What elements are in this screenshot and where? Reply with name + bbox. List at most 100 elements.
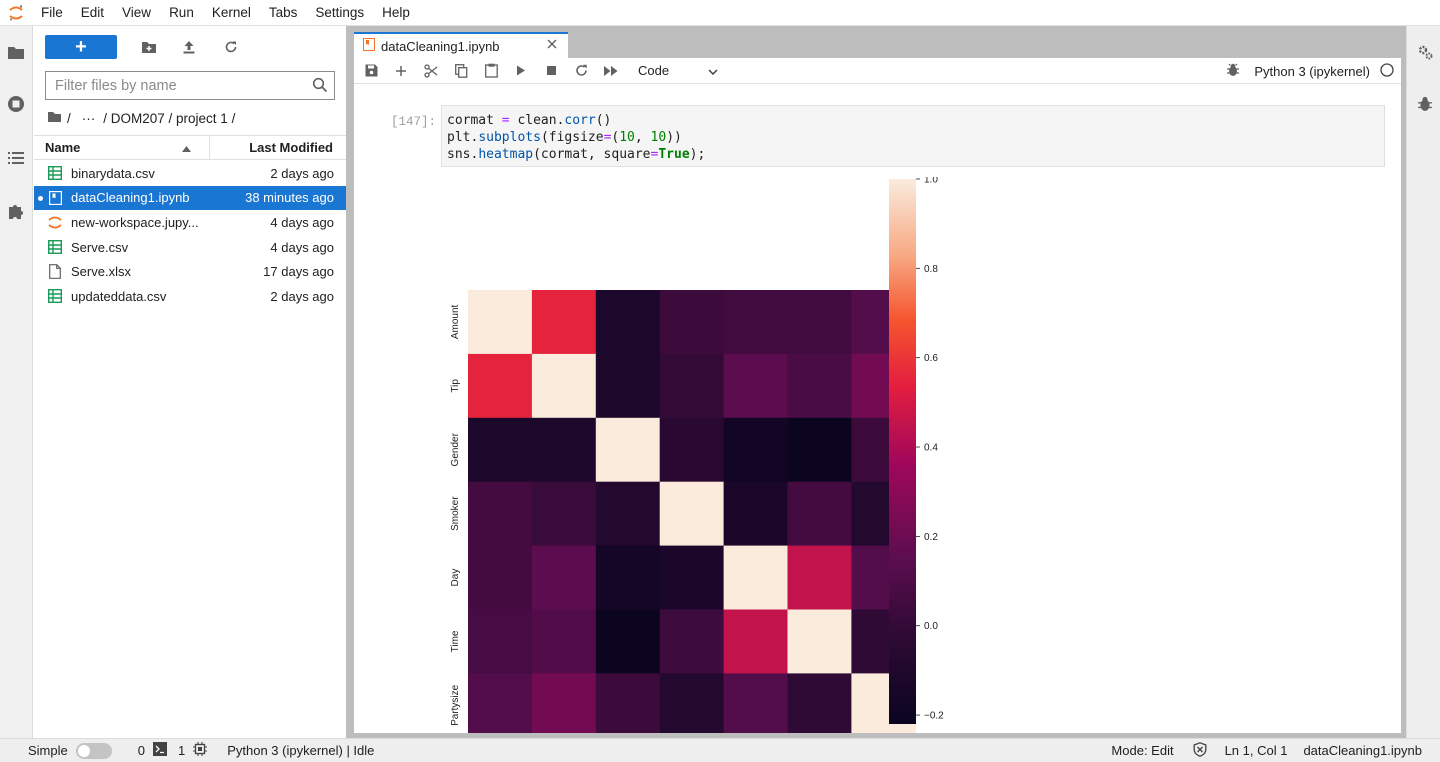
home-folder-icon[interactable]	[47, 111, 62, 126]
status-filename: dataCleaning1.ipynb	[1303, 743, 1422, 758]
menu-run[interactable]: Run	[160, 0, 203, 26]
breadcrumb-ellipsis[interactable]: ···	[82, 111, 96, 126]
heatmap-cell	[659, 545, 725, 610]
notebook-icon	[47, 190, 63, 206]
code-cell-editor[interactable]: cormat = clean.corr() plt.subplots(figsiz…	[441, 105, 1385, 167]
colorbar-tick-label: 0.4	[924, 443, 938, 454]
heatmap-cell	[595, 353, 661, 419]
debugger-icon[interactable]	[1226, 63, 1240, 80]
colorbar	[889, 179, 916, 724]
file-name: dataCleaning1.ipynb	[71, 190, 190, 206]
refresh-icon[interactable]	[221, 37, 241, 57]
notebook-panel: Code Python 3 (ipykernel) [147]: cormat …	[354, 58, 1401, 733]
notebook-content: [147]: cormat = clean.corr() plt.subplots…	[354, 85, 1401, 733]
menu-kernel[interactable]: Kernel	[203, 0, 260, 26]
heatmap-cell	[468, 481, 533, 547]
heatmap-cell	[659, 417, 725, 483]
table-of-contents-icon[interactable]	[6, 148, 26, 168]
file-row[interactable]: Serve.csv 4 days ago	[34, 235, 346, 260]
search-icon[interactable]	[312, 77, 328, 96]
cell-type-select[interactable]: Code	[638, 63, 718, 78]
menu-view[interactable]: View	[113, 0, 160, 26]
y-tick-label: Partysize	[450, 684, 461, 726]
menu-tabs[interactable]: Tabs	[260, 0, 307, 26]
breadcrumb-root-separator: /	[67, 110, 71, 126]
cursor-position[interactable]: Ln 1, Col 1	[1225, 743, 1288, 758]
chevron-down-icon	[708, 63, 718, 78]
heatmap-cell	[531, 417, 597, 483]
kernel-name[interactable]: Python 3 (ipykernel)	[1254, 64, 1370, 79]
file-row[interactable]: dataCleaning1.ipynb 38 minutes ago	[34, 185, 346, 211]
file-row[interactable]: new-workspace.jupy... 4 days ago	[34, 210, 346, 235]
kernels-count[interactable]: 1	[178, 743, 185, 758]
heatmap-cell	[659, 609, 725, 674]
simple-mode-toggle[interactable]	[75, 742, 112, 759]
heatmap-cell	[659, 353, 725, 419]
heatmap-output: Amount Tip Gender Smoker Day Time Partysize Am…	[450, 177, 944, 733]
file-row[interactable]: binarydata.csv 2 days ago	[34, 161, 346, 186]
file-modified: 4 days ago	[270, 239, 334, 255]
restart-run-all-icon[interactable]	[596, 59, 626, 83]
sort-ascending-icon	[182, 140, 191, 155]
file-row[interactable]: updateddata.csv 2 days ago	[34, 284, 346, 309]
y-tick-label: Time	[450, 630, 461, 652]
copy-icon[interactable]	[446, 59, 476, 83]
file-modified: 4 days ago	[270, 214, 334, 230]
y-tick-label: Gender	[450, 432, 461, 466]
simple-mode-label: Simple	[28, 743, 68, 758]
menu-file[interactable]: File	[32, 0, 72, 26]
column-name-header[interactable]: Name	[34, 135, 210, 160]
colorbar-tick-label: 0.8	[924, 264, 938, 275]
column-modified-header[interactable]: Last Modified	[210, 140, 346, 155]
folder-icon[interactable]	[6, 42, 26, 62]
heatmap-cell	[468, 417, 533, 483]
heatmap-cell	[723, 481, 788, 547]
editor-mode[interactable]: Mode: Edit	[1111, 743, 1173, 758]
breadcrumb-path[interactable]: / DOM207 / project 1 /	[103, 111, 235, 126]
spreadsheet-icon	[47, 239, 63, 255]
heatmap-cell	[468, 609, 533, 674]
file-modified: 2 days ago	[270, 288, 334, 304]
heatmap-cell	[595, 290, 661, 355]
close-icon[interactable]	[546, 38, 558, 53]
heatmap-cell	[531, 673, 597, 733]
debugger-panel-icon[interactable]	[1415, 94, 1435, 114]
trusted-shield-icon[interactable]	[1193, 741, 1207, 760]
extensions-icon[interactable]	[6, 201, 26, 221]
save-icon[interactable]	[356, 59, 386, 83]
heatmap-cell	[787, 290, 852, 355]
cut-icon[interactable]	[416, 59, 446, 83]
spreadsheet-icon	[47, 165, 63, 181]
code-line-2: plt.subplots(figsize=(10, 10))	[447, 130, 682, 145]
paste-icon[interactable]	[476, 59, 506, 83]
file-filter-input[interactable]	[55, 77, 305, 94]
heatmap-cell	[595, 417, 661, 483]
file-row[interactable]: Serve.xlsx 17 days ago	[34, 259, 346, 284]
running-icon[interactable]	[6, 94, 26, 114]
colorbar-tick-label: 0.6	[924, 353, 938, 364]
insert-cell-icon[interactable]	[386, 59, 416, 83]
upload-icon[interactable]	[179, 37, 199, 57]
kernel-status[interactable]: Python 3 (ipykernel) | Idle	[227, 743, 374, 758]
colorbar-ticks: −0.2 0.0 0.2 0.4 0.6 0.8 1.0	[916, 177, 944, 722]
restart-icon[interactable]	[566, 59, 596, 83]
file-list: binarydata.csv 2 days ago dataCleaning1.ip…	[34, 161, 346, 309]
new-launcher-button[interactable]: +	[45, 35, 117, 59]
file-name: binarydata.csv	[71, 165, 155, 181]
new-folder-icon[interactable]	[139, 37, 159, 57]
heatmap-cell	[468, 673, 533, 733]
y-tick-label: Tip	[450, 379, 461, 393]
heatmap-cell	[787, 417, 852, 483]
heatmap-cell	[531, 545, 597, 610]
interrupt-icon[interactable]	[536, 59, 566, 83]
run-icon[interactable]	[506, 59, 536, 83]
terminals-count[interactable]: 0	[138, 743, 145, 758]
kernel-chip-icon	[193, 742, 208, 759]
colorbar-tick-label: 1.0	[924, 177, 938, 186]
tab-datacleaning1[interactable]: dataCleaning1.ipynb	[354, 32, 568, 58]
menu-settings[interactable]: Settings	[306, 0, 373, 26]
property-inspector-icon[interactable]	[1415, 42, 1435, 62]
menu-help[interactable]: Help	[373, 0, 419, 26]
colorbar-tick-label: 0.0	[924, 621, 938, 632]
menu-edit[interactable]: Edit	[72, 0, 113, 26]
